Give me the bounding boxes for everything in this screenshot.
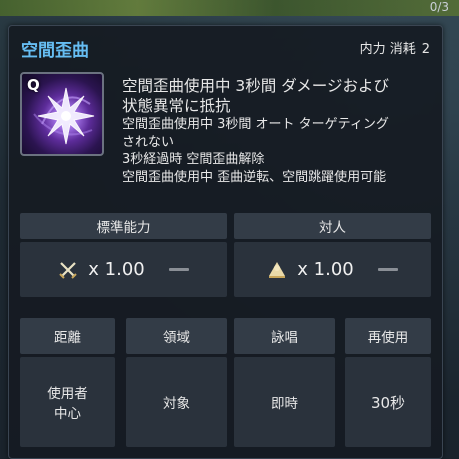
description-headline-1: 空間歪曲使用中 3秒間 ダメージおよび bbox=[122, 77, 389, 95]
cost-label: 内力 消耗 bbox=[359, 42, 416, 57]
star-burst-icon: Q bbox=[20, 72, 104, 156]
pve-value-cell: x 1.00 bbox=[20, 242, 227, 297]
skill-cost: 内力 消耗 2 bbox=[360, 38, 430, 57]
skill-description: 空間歪曲使用中 3秒間 ダメージおよび 状態異常に抵抗 空間歪曲使用中 3秒間 … bbox=[122, 76, 432, 186]
description-line-2: されない bbox=[122, 134, 175, 150]
range-value: 使用者 中心 bbox=[20, 357, 115, 447]
range-value-line-2: 中心 bbox=[54, 406, 81, 422]
cast-value: 即時 bbox=[234, 357, 335, 447]
description-line-4: 空間歪曲使用中 歪曲逆転、空間跳躍使用可能 bbox=[122, 169, 387, 185]
cast-header: 詠唱 bbox=[234, 318, 335, 354]
pve-header: 標準能力 bbox=[20, 213, 227, 239]
pvp-multiplier: x 1.00 bbox=[297, 259, 354, 280]
quest-counter: 0/3 bbox=[429, 0, 449, 14]
skill-tooltip: 空間歪曲 内力 消耗 2 Q 空間歪曲使用中 3秒間 ダメージおよび 状態異常に抵… bbox=[8, 25, 443, 459]
range-value-line-1: 使用者 bbox=[47, 386, 88, 402]
hotkey-label: Q bbox=[27, 76, 40, 94]
pvp-dash bbox=[377, 268, 398, 271]
cooldown-header: 再使用 bbox=[345, 318, 431, 354]
game-scene: 0/3 空間歪曲 内力 消耗 2 Q 空間歪曲使用中 3秒間 ダメージおよび 状態… bbox=[0, 0, 459, 459]
cost-value: 2 bbox=[421, 42, 430, 57]
pve-dash bbox=[168, 268, 189, 271]
pvp-header: 対人 bbox=[234, 213, 431, 239]
range-header: 距離 bbox=[20, 318, 115, 354]
background-foliage bbox=[0, 0, 459, 16]
area-value: 対象 bbox=[126, 357, 227, 447]
crossed-swords-icon bbox=[59, 261, 77, 279]
description-line-1: 空間歪曲使用中 3秒間 オート ターゲティング bbox=[122, 117, 389, 132]
pve-multiplier: x 1.00 bbox=[88, 259, 145, 280]
area-header: 領域 bbox=[126, 318, 227, 354]
skill-name: 空間歪曲 bbox=[21, 41, 89, 61]
cooldown-value: 30秒 bbox=[345, 357, 431, 447]
description-line-3: 3秒経過時 空間歪曲解除 bbox=[122, 152, 265, 167]
pvp-value-cell: x 1.00 bbox=[234, 242, 431, 297]
description-headline-2: 状態異常に抵抗 bbox=[122, 97, 231, 115]
pvp-figure-icon bbox=[269, 261, 286, 278]
